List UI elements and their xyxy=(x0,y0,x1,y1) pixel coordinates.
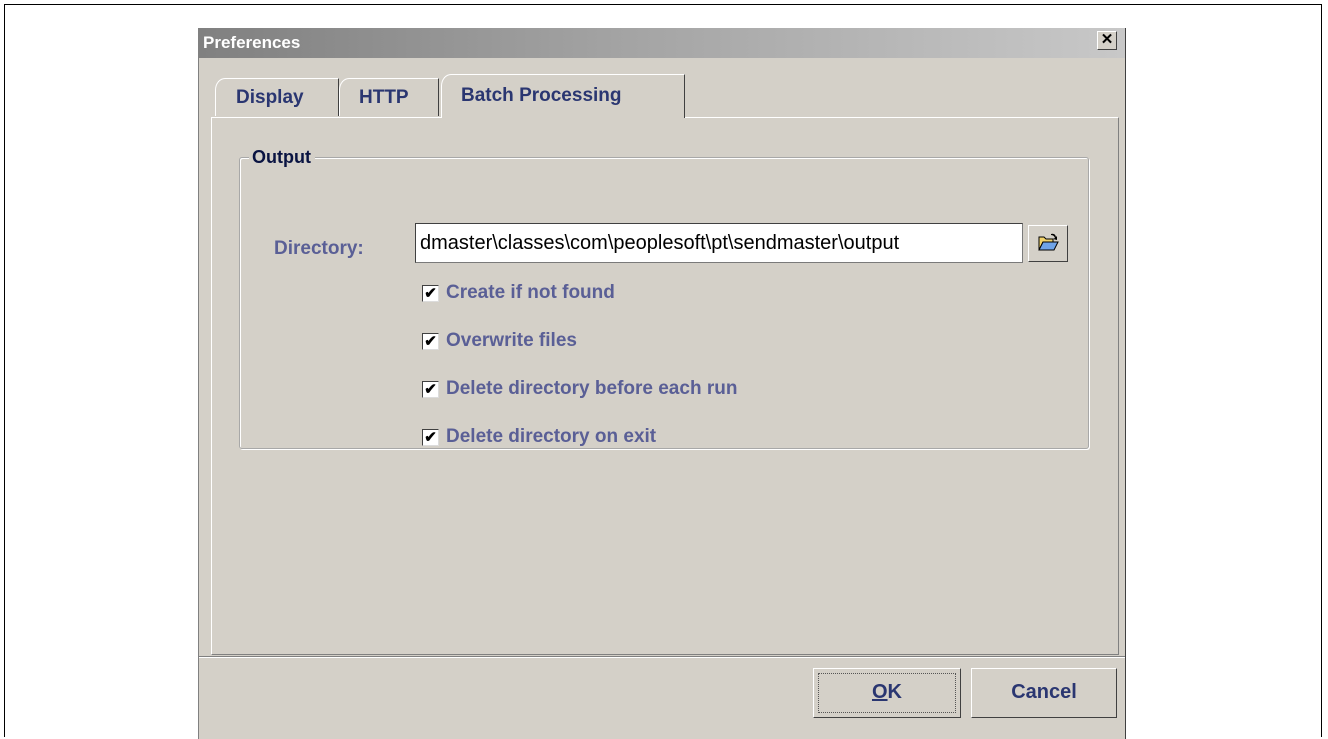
title-bar[interactable]: Preferences ✕ xyxy=(199,28,1125,58)
overwrite-files-checkbox[interactable]: ✔ xyxy=(422,333,439,350)
focus-ring xyxy=(818,673,956,713)
open-folder-icon xyxy=(1038,233,1059,251)
output-group xyxy=(239,157,1089,449)
window-title: Preferences xyxy=(203,33,301,52)
tab-http[interactable]: HTTP xyxy=(339,78,439,116)
cancel-button[interactable]: Cancel xyxy=(971,668,1117,718)
close-button[interactable]: ✕ xyxy=(1097,31,1117,50)
delete-before-run-checkbox[interactable]: ✔ xyxy=(422,381,439,398)
batch-processing-panel: Output Directory: dmaster\classes\com\pe… xyxy=(211,117,1119,655)
create-if-not-found-checkbox[interactable]: ✔ xyxy=(422,285,439,302)
delete-on-exit-label: Delete directory on exit xyxy=(446,426,657,447)
preferences-dialog: Preferences ✕ Display HTTP Batch Process… xyxy=(198,28,1126,739)
button-separator xyxy=(199,656,1125,658)
delete-on-exit-checkbox[interactable]: ✔ xyxy=(422,429,439,446)
output-legend: Output xyxy=(249,146,315,168)
create-if-not-found-label: Create if not found xyxy=(446,282,615,303)
tab-batch-processing[interactable]: Batch Processing xyxy=(441,74,685,118)
tab-display[interactable]: Display xyxy=(215,78,339,116)
directory-label: Directory: xyxy=(274,238,364,259)
delete-before-run-label: Delete directory before each run xyxy=(446,378,738,399)
ok-button[interactable]: OK xyxy=(813,668,961,718)
close-icon: ✕ xyxy=(1100,31,1114,48)
browse-directory-button[interactable] xyxy=(1028,225,1068,262)
overwrite-files-label: Overwrite files xyxy=(446,330,577,351)
directory-input[interactable]: dmaster\classes\com\peoplesoft\pt\sendma… xyxy=(415,223,1023,263)
